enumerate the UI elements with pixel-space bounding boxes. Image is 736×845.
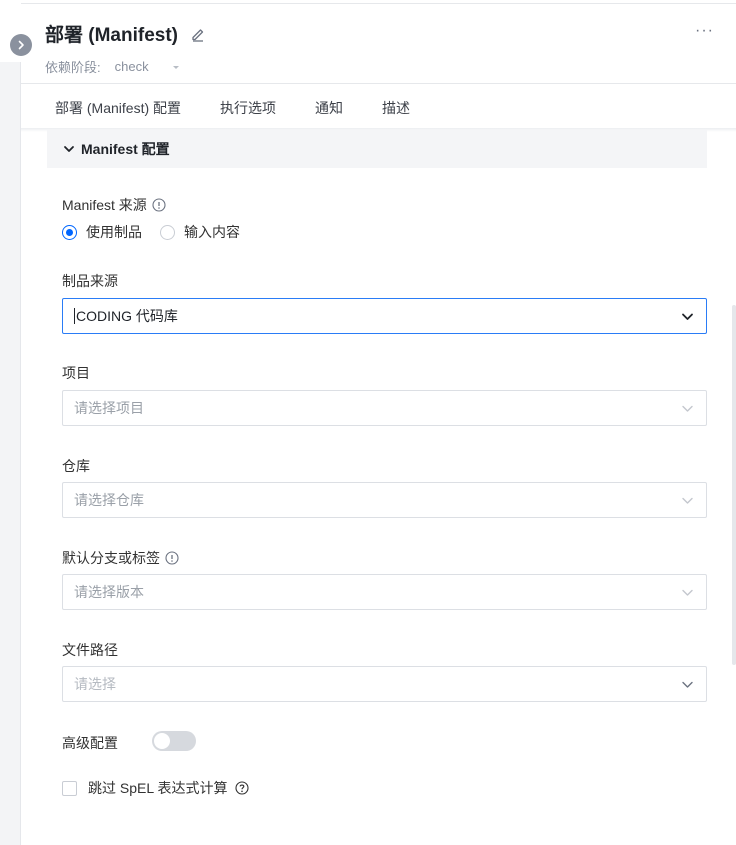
info-icon[interactable] — [152, 198, 166, 212]
scrollbar[interactable] — [732, 305, 736, 665]
chevron-down-icon — [681, 402, 694, 415]
repo-select[interactable]: 请选择仓库 — [62, 482, 707, 518]
project-select[interactable]: 请选择项目 — [62, 390, 707, 426]
chevron-down-icon — [681, 586, 694, 599]
skip-spel-label[interactable]: 跳过 SpEL 表达式计算 — [88, 778, 228, 798]
skip-spel-row: 跳过 SpEL 表达式计算 — [62, 778, 249, 798]
dependency-label: 依赖阶段: — [45, 60, 101, 75]
question-circle-icon[interactable] — [234, 781, 249, 795]
info-icon[interactable] — [165, 551, 179, 565]
radio-input-content[interactable] — [160, 224, 175, 240]
left-sidebar-strip — [0, 0, 21, 845]
branch-placeholder: 请选择版本 — [74, 584, 144, 600]
artifact-source-value: CODING 代码库 — [76, 308, 178, 324]
dependency-row: 依赖阶段: check — [45, 57, 181, 76]
chevron-down-icon — [681, 678, 694, 691]
tab-description[interactable]: 描述 — [382, 98, 410, 118]
project-label: 项目 — [62, 365, 90, 381]
chevron-down-icon — [681, 310, 694, 323]
tab-bar: 部署 (Manifest) 配置 执行选项 通知 描述 — [55, 98, 449, 118]
tab-execution-options[interactable]: 执行选项 — [220, 98, 276, 118]
stage-config-panel: 部署 (Manifest) ··· 依赖阶段: check 部署 (Manife… — [21, 0, 736, 845]
artifact-source-select[interactable]: CODING 代码库 — [62, 298, 707, 334]
advanced-config-label: 高级配置 — [62, 735, 118, 751]
skip-spel-checkbox[interactable] — [62, 780, 77, 796]
chevron-down-icon — [63, 143, 75, 155]
tab-manifest-config[interactable]: 部署 (Manifest) 配置 — [55, 98, 181, 118]
branch-label-row: 默认分支或标签 — [62, 548, 179, 568]
path-placeholder: 请选择 — [74, 676, 116, 692]
path-select[interactable]: 请选择 — [62, 666, 707, 702]
path-label: 文件路径 — [62, 642, 118, 658]
caret-down-icon[interactable] — [171, 62, 181, 72]
radio-input-content-label[interactable]: 输入内容 — [184, 222, 240, 242]
tab-notifications[interactable]: 通知 — [315, 98, 343, 118]
advanced-config-toggle[interactable] — [152, 731, 196, 751]
dependency-select[interactable]: check — [115, 59, 149, 74]
repo-placeholder: 请选择仓库 — [74, 492, 144, 508]
chevron-right-icon — [18, 40, 24, 50]
top-divider — [21, 3, 736, 4]
text-caret — [74, 308, 75, 324]
more-options-icon[interactable]: ··· — [695, 22, 714, 40]
expand-panel-button[interactable] — [10, 34, 32, 56]
chevron-down-icon — [681, 494, 694, 507]
branch-select[interactable]: 请选择版本 — [62, 574, 707, 610]
section-title: Manifest 配置 — [81, 141, 170, 157]
edit-title-icon[interactable] — [190, 26, 206, 42]
project-placeholder: 请选择项目 — [74, 400, 144, 416]
manifest-config-section-toggle[interactable]: Manifest 配置 — [47, 130, 707, 168]
radio-use-artifact[interactable] — [62, 224, 77, 240]
repo-label: 仓库 — [62, 458, 90, 474]
branch-label: 默认分支或标签 — [62, 550, 160, 566]
stage-title-row: 部署 (Manifest) — [45, 20, 206, 47]
artifact-source-label: 制品来源 — [62, 273, 118, 289]
stage-title: 部署 (Manifest) — [45, 25, 179, 46]
manifest-source-label-row: Manifest 来源 — [62, 195, 166, 215]
manifest-source-radio-group: 使用制品 输入内容 — [62, 222, 258, 242]
manifest-source-label: Manifest 来源 — [62, 197, 147, 213]
radio-use-artifact-label[interactable]: 使用制品 — [86, 222, 142, 242]
header-divider — [21, 83, 736, 84]
